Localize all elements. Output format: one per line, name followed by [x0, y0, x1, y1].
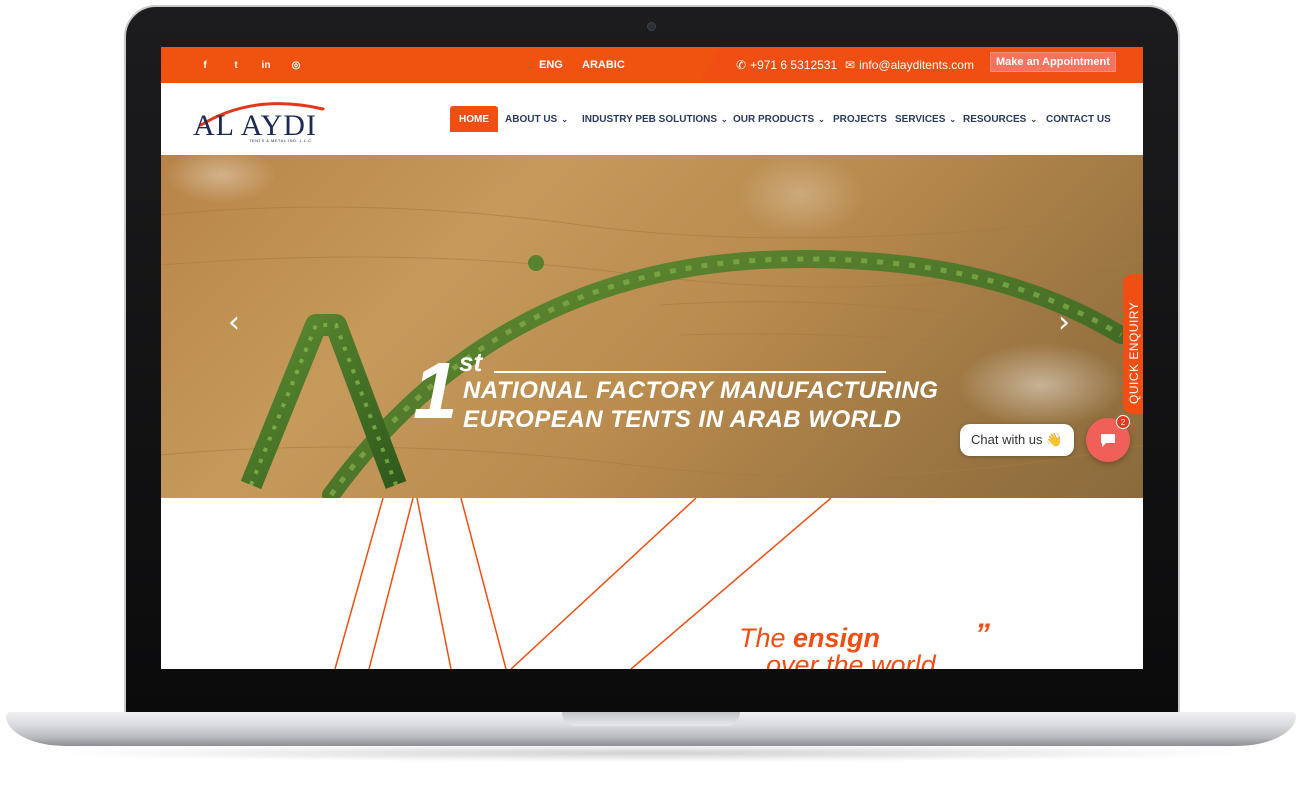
phone-link[interactable]: ✆ +971 6 5312531 — [736, 47, 837, 83]
chat-bubble-label: Chat with us 👋 — [971, 432, 1063, 447]
intro-section: The ensign over the world ” — [161, 498, 1143, 669]
phone-icon: ✆ — [736, 58, 747, 72]
nav-resources[interactable]: RESOURCES ⌄ — [963, 106, 1037, 132]
lang-eng-link[interactable]: ENG — [539, 47, 563, 83]
facebook-icon[interactable]: f — [194, 47, 216, 83]
chevron-down-icon: ⌄ — [1030, 114, 1038, 124]
chevron-down-icon: ⌄ — [721, 114, 728, 124]
logo-subtitle: TENTS & METAL IND. L.L.C — [249, 138, 312, 143]
chevron-down-icon: ⌄ — [949, 114, 957, 124]
make-appointment-button[interactable]: Make an Appointment — [990, 52, 1116, 72]
laptop-shadow — [40, 744, 1260, 762]
instagram-icon[interactable]: ◎ — [285, 47, 307, 83]
hero-headline-line-1: NATIONAL FACTORY MANUFACTURING — [463, 377, 939, 404]
chat-with-us-bubble[interactable]: Chat with us 👋 — [960, 424, 1074, 456]
hero-headline-number: 1 — [413, 346, 458, 435]
nav-projects[interactable]: PROJECTS — [833, 106, 887, 132]
site-logo[interactable]: AL AYDI TENTS & METAL IND. L.L.C — [193, 95, 333, 145]
twitter-icon[interactable]: t — [225, 47, 247, 83]
site-header: AL AYDI TENTS & METAL IND. L.L.C HOME AB… — [161, 83, 1143, 155]
chevron-down-icon: ⌄ — [818, 114, 825, 124]
chevron-down-icon: ⌄ — [561, 114, 568, 124]
hero-headline-line-2: EUROPEAN TENTS IN ARAB WORLD — [463, 406, 902, 433]
nav-services-label: SERVICES — [895, 113, 946, 125]
nav-about-label: ABOUT US — [505, 113, 558, 125]
nav-services[interactable]: SERVICES ⌄ — [895, 106, 956, 132]
chat-unread-badge: 2 — [1116, 415, 1130, 429]
quick-enquiry-label[interactable]: QUICK ENQUIRY — [1127, 284, 1141, 404]
nav-resources-label: RESOURCES — [963, 113, 1027, 125]
camera-icon — [647, 22, 656, 31]
tagline-the: The — [739, 623, 794, 653]
hero-headline-rule — [494, 371, 886, 373]
slider-next-arrow-icon[interactable]: › — [1058, 305, 1070, 340]
nav-industry-label: INDUSTRY PEB SOLUTIONS — [582, 113, 718, 125]
phone-number: +971 6 5312531 — [750, 58, 838, 72]
nav-contact-us[interactable]: CONTACT US — [1046, 106, 1111, 132]
nav-our-products[interactable]: OUR PRODUCTS ⌄ — [733, 106, 825, 132]
mail-icon: ✉ — [845, 58, 856, 72]
laptop-notch — [562, 712, 740, 726]
linkedin-icon[interactable]: in — [255, 47, 277, 83]
decorative-lines-graphic — [334, 498, 832, 669]
chat-icon — [1101, 434, 1115, 447]
hero-headline-ordinal: st — [459, 347, 483, 377]
quote-mark-icon: ” — [975, 618, 990, 651]
nav-industry-peb[interactable]: INDUSTRY PEB SOLUTIONS ⌄ — [582, 106, 728, 132]
nav-products-label: OUR PRODUCTS — [733, 113, 815, 125]
lang-arabic-link[interactable]: ARABIC — [582, 47, 625, 83]
email-address: info@alayditents.com — [859, 58, 974, 72]
tagline-ensign: ensign — [793, 623, 881, 653]
tagline-line-2: over the world — [766, 650, 936, 669]
nav-about-us[interactable]: ABOUT US ⌄ — [505, 106, 568, 132]
browser-screen: f t in ◎ ENG ARABIC ✆ +971 6 5312531 ✉ i… — [161, 47, 1143, 669]
slider-prev-arrow-icon[interactable]: ‹ — [228, 305, 240, 340]
nav-home[interactable]: HOME — [450, 106, 498, 132]
email-link[interactable]: ✉ info@alayditents.com — [845, 47, 974, 83]
